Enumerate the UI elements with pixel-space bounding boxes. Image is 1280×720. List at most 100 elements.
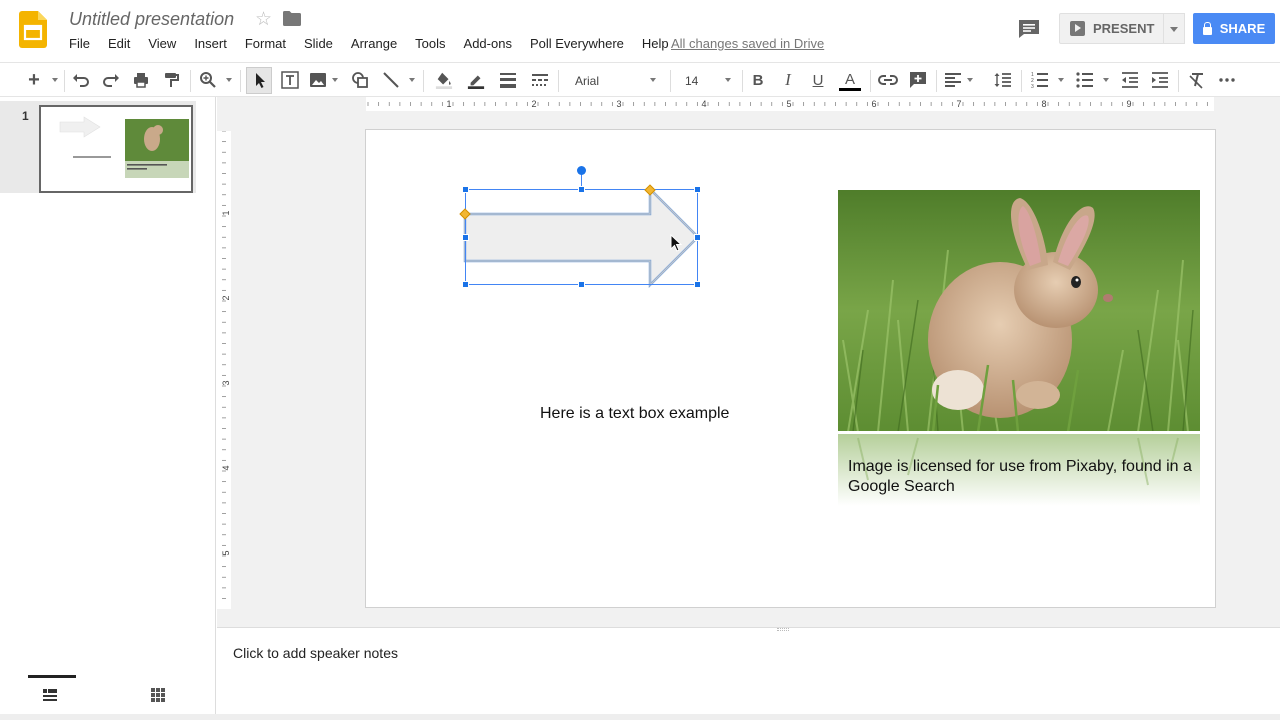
font-family-select[interactable]: Arial <box>566 71 662 91</box>
more-icon[interactable] <box>1218 71 1236 89</box>
lock-icon <box>1202 21 1212 35</box>
align-icon[interactable] <box>944 71 962 89</box>
save-status-link[interactable]: All changes saved in Drive <box>671 35 824 53</box>
svg-text:7: 7 <box>956 99 961 109</box>
redo-icon[interactable] <box>102 71 120 89</box>
menu-add-ons[interactable]: Add-ons <box>455 35 521 53</box>
menu-view[interactable]: View <box>139 35 185 53</box>
slide-filmstrip: 1 <box>0 97 216 674</box>
presentation-title[interactable]: Untitled presentation <box>69 9 234 30</box>
zoom-icon[interactable] <box>199 71 217 89</box>
resize-handle-ne[interactable] <box>694 186 701 193</box>
text-box-icon[interactable] <box>281 71 299 89</box>
bulleted-list-icon[interactable] <box>1076 71 1094 89</box>
toolbar-divider <box>423 70 424 92</box>
paint-format-icon[interactable] <box>162 71 180 89</box>
share-button[interactable]: SHARE <box>1193 13 1275 44</box>
border-weight-icon[interactable] <box>499 71 517 89</box>
image-caption[interactable]: Image is licensed for use from Pixaby, f… <box>848 457 1198 497</box>
new-slide-caret-icon[interactable] <box>52 78 58 82</box>
speaker-notes-placeholder: Click to add speaker notes <box>233 645 398 661</box>
numbered-list-caret-icon[interactable] <box>1058 78 1064 82</box>
svg-text:6: 6 <box>871 99 876 109</box>
border-color-icon[interactable] <box>466 71 486 89</box>
decrease-indent-icon[interactable] <box>1121 71 1139 89</box>
star-icon[interactable]: ☆ <box>255 8 272 31</box>
undo-icon[interactable] <box>72 71 90 89</box>
bulleted-list-caret-icon[interactable] <box>1103 78 1109 82</box>
bold-icon[interactable]: B <box>750 71 766 89</box>
border-dash-icon[interactable] <box>531 71 549 89</box>
menu-poll-everywhere[interactable]: Poll Everywhere <box>521 35 633 53</box>
zoom-caret-icon[interactable] <box>226 78 232 82</box>
slides-logo-icon[interactable] <box>19 11 47 48</box>
grid-view-icon[interactable] <box>151 688 165 702</box>
horizontal-ruler[interactable]: 1 2 3 4 5 6 7 8 9 <box>366 97 1214 111</box>
slide-number: 1 <box>22 109 29 123</box>
font-caret-icon[interactable] <box>650 78 656 82</box>
rotate-handle[interactable] <box>577 166 586 175</box>
menu-arrange[interactable]: Arrange <box>342 35 406 53</box>
toolbar-divider <box>670 70 671 92</box>
slide-text-box[interactable]: Here is a text box example <box>540 405 729 423</box>
menu-tools[interactable]: Tools <box>406 35 454 53</box>
line-caret-icon[interactable] <box>409 78 415 82</box>
svg-text:8: 8 <box>1041 99 1046 109</box>
menu-format[interactable]: Format <box>236 35 295 53</box>
svg-text:1: 1 <box>221 210 231 215</box>
resize-handle-n[interactable] <box>578 186 585 193</box>
fill-color-icon[interactable] <box>434 71 454 89</box>
resize-handle-e[interactable] <box>694 234 701 241</box>
resize-handle-s[interactable] <box>578 281 585 288</box>
align-caret-icon[interactable] <box>967 78 973 82</box>
slides-app: Untitled presentation ☆ File Edit View I… <box>0 0 1280 720</box>
present-button[interactable]: PRESENT <box>1059 13 1164 44</box>
line-icon[interactable] <box>382 71 400 89</box>
list-view-active-indicator <box>28 675 76 678</box>
numbered-list-icon[interactable]: 123 <box>1031 71 1049 89</box>
print-icon[interactable] <box>132 71 150 89</box>
svg-text:5: 5 <box>221 550 231 555</box>
svg-text:2: 2 <box>221 295 231 300</box>
new-slide-icon[interactable]: + <box>25 69 43 91</box>
underline-icon[interactable]: U <box>810 71 826 89</box>
toolbar-divider <box>240 70 241 92</box>
present-options-dropdown[interactable] <box>1164 13 1185 44</box>
list-view-icon[interactable] <box>43 689 57 701</box>
clear-formatting-icon[interactable] <box>1188 71 1206 89</box>
menu-insert[interactable]: Insert <box>185 35 236 53</box>
resize-handle-sw[interactable] <box>462 281 469 288</box>
resize-handle-w[interactable] <box>462 234 469 241</box>
italic-icon[interactable]: I <box>780 70 796 89</box>
filmstrip-slide-1[interactable]: 1 <box>0 101 196 193</box>
drag-grip-icon <box>777 628 789 631</box>
vertical-ruler[interactable]: 1 2 3 4 5 <box>217 131 231 609</box>
line-spacing-icon[interactable] <box>994 71 1012 89</box>
shape-icon[interactable] <box>351 71 369 89</box>
menu-slide[interactable]: Slide <box>295 35 342 53</box>
svg-text:2: 2 <box>531 99 536 109</box>
link-icon[interactable] <box>878 71 898 89</box>
slide-thumbnail[interactable] <box>39 105 193 193</box>
resize-handle-nw[interactable] <box>462 186 469 193</box>
speaker-notes[interactable]: Click to add speaker notes <box>217 633 1280 714</box>
comments-icon[interactable] <box>1018 19 1040 39</box>
text-color-glyph: A <box>844 71 855 88</box>
menu-file[interactable]: File <box>60 35 99 53</box>
increase-indent-icon[interactable] <box>1151 71 1169 89</box>
comment-add-icon[interactable] <box>909 71 927 89</box>
menu-edit[interactable]: Edit <box>99 35 139 53</box>
folder-icon[interactable] <box>283 11 301 26</box>
select-icon[interactable] <box>251 71 269 89</box>
svg-text:4: 4 <box>221 465 231 470</box>
text-color-swatch <box>839 88 861 91</box>
size-caret-icon[interactable] <box>725 78 731 82</box>
toolbar-divider <box>558 70 559 92</box>
text-color-icon[interactable]: A <box>840 71 860 89</box>
image-icon[interactable] <box>309 71 327 89</box>
svg-text:3: 3 <box>616 99 621 109</box>
window-bottom-edge <box>0 714 1280 720</box>
image-caret-icon[interactable] <box>332 78 338 82</box>
resize-handle-se[interactable] <box>694 281 701 288</box>
toolbar-divider <box>936 70 937 92</box>
